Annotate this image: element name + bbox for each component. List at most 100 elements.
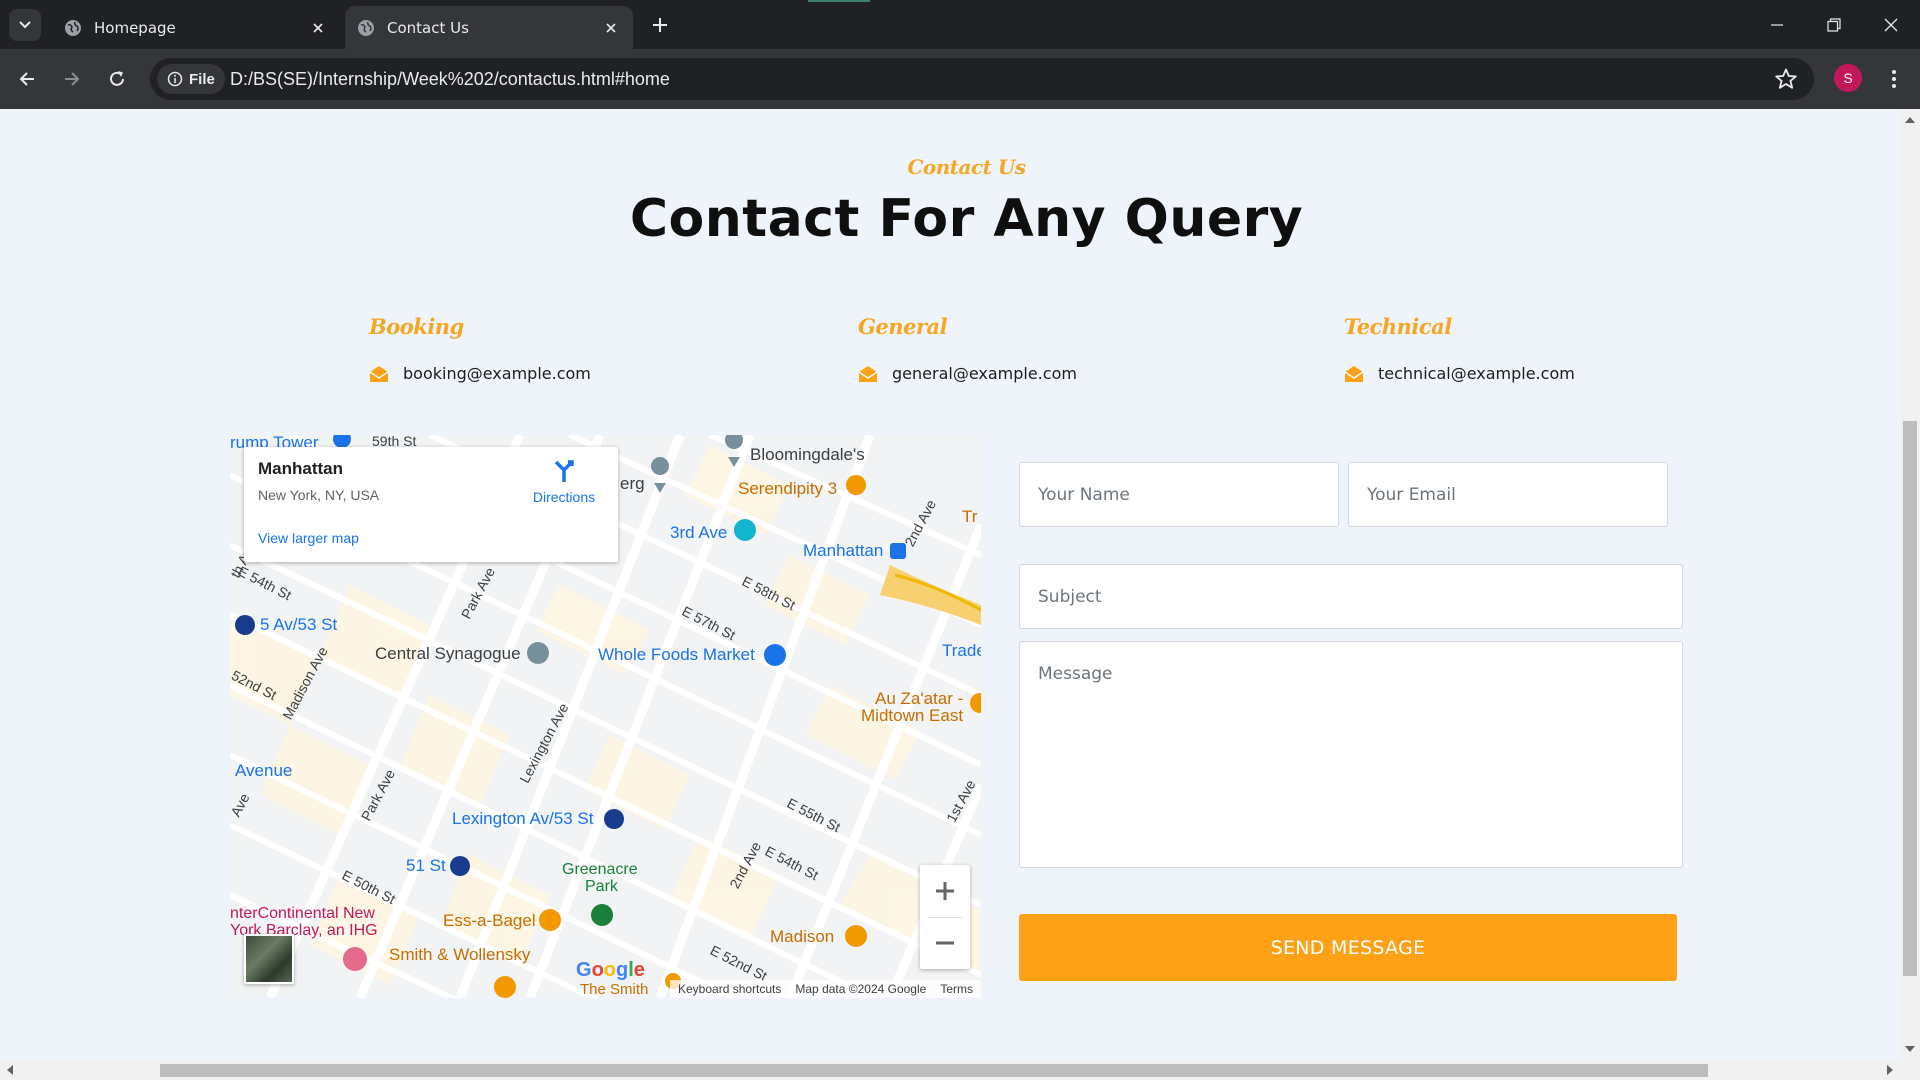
contact-label: Technical (1344, 314, 1452, 339)
bookmark-star-icon[interactable] (1774, 67, 1798, 91)
contact-label: General (858, 314, 948, 339)
scroll-down-icon[interactable] (1905, 1046, 1915, 1052)
directions-button[interactable]: Directions (524, 457, 604, 505)
map-label: Midtown East (861, 706, 964, 725)
map-label: Bloomingdale's (750, 445, 865, 464)
arrow-right-icon (65, 72, 80, 86)
profile-avatar[interactable]: S (1834, 64, 1862, 92)
map-label: 5 Av/53 St (260, 615, 338, 634)
contact-booking: Booking booking@example.com (369, 314, 591, 383)
tab-bar-accent-line (808, 0, 870, 2)
map-label: Whole Foods Market (598, 645, 755, 664)
reload-button[interactable] (101, 63, 133, 95)
minus-icon (936, 941, 954, 945)
site-info-button[interactable]: File (157, 64, 225, 94)
map-label: Madison (770, 927, 835, 946)
vertical-scrollbar[interactable] (1900, 109, 1920, 1060)
map-label: erg (620, 474, 645, 493)
view-larger-map-link[interactable]: View larger map (258, 530, 359, 546)
send-message-button[interactable]: SEND MESSAGE (1019, 914, 1677, 981)
contact-email[interactable]: booking@example.com (403, 364, 591, 383)
vertical-scroll-thumb[interactable] (1903, 421, 1917, 976)
scroll-left-icon[interactable] (7, 1065, 13, 1075)
map-place-card: Manhattan New York, NY, USA View larger … (244, 447, 618, 562)
scroll-up-icon[interactable] (1905, 117, 1915, 123)
message-field[interactable] (1019, 641, 1683, 868)
tab-search-button[interactable] (9, 9, 41, 41)
map-label: Park (585, 878, 618, 895)
map-attribution: Keyboard shortcuts Map data ©2024 Google… (670, 980, 981, 998)
contact-technical: Technical technical@example.com (1344, 314, 1575, 383)
map-label: Trade (942, 641, 981, 660)
close-icon (1884, 18, 1898, 32)
map-label: Smith & Wollensky (389, 945, 531, 964)
horizontal-scroll-thumb[interactable] (160, 1064, 1708, 1077)
scroll-right-icon[interactable] (1887, 1065, 1893, 1075)
contact-email[interactable]: technical@example.com (1378, 364, 1575, 383)
subject-field[interactable] (1019, 564, 1683, 629)
name-input[interactable] (1020, 463, 1338, 526)
contact-general: General general@example.com (858, 314, 1077, 383)
address-bar[interactable]: File D:/BS(SE)/Internship/Week%202/conta… (150, 58, 1814, 100)
tab-contact-us[interactable]: Contact Us (345, 6, 633, 49)
browser-menu-button[interactable] (1880, 63, 1908, 95)
close-tab-icon[interactable] (308, 18, 328, 38)
url-text: D:/BS(SE)/Internship/Week%202/contactus.… (230, 69, 670, 89)
envelope-open-icon (369, 365, 389, 382)
directions-icon (554, 460, 574, 482)
map-label: The Smith (580, 981, 649, 998)
globe-icon (65, 19, 81, 36)
close-tab-icon[interactable] (601, 18, 621, 38)
tab-title: Contact Us (387, 18, 469, 37)
map-label: Ess-a-Bagel (443, 911, 536, 930)
info-icon (167, 71, 183, 87)
map-label: 51 St (406, 856, 446, 875)
name-field[interactable] (1019, 462, 1339, 527)
email-field[interactable] (1348, 462, 1668, 527)
page-title: Contact For Any Query (629, 189, 1304, 249)
subject-input[interactable] (1020, 565, 1682, 628)
zoom-in-button[interactable] (920, 865, 970, 917)
restore-icon (1827, 18, 1841, 32)
map-zoom-controls (920, 865, 970, 969)
map-label: Tr (962, 507, 978, 526)
site-chip-label: File (189, 70, 215, 88)
map-data-credit: Map data ©2024 Google (795, 982, 927, 996)
map-label: Avenue (235, 761, 293, 780)
contact-email[interactable]: general@example.com (892, 364, 1077, 383)
back-button[interactable] (11, 63, 43, 95)
section-eyebrow: Contact Us (907, 155, 1026, 179)
envelope-open-icon (858, 365, 878, 382)
arrow-left-icon (19, 72, 34, 86)
message-textarea[interactable] (1020, 642, 1682, 867)
plus-icon (653, 18, 667, 32)
google-logo: Google (576, 959, 645, 981)
map-place-address: New York, NY, USA (258, 487, 380, 503)
google-map-embed[interactable]: rump Tower 59th St Bloomingdale's erg Se… (230, 435, 981, 998)
map-place-name: Manhattan (258, 459, 343, 478)
contact-label: Booking (369, 314, 464, 339)
page-content: Contact Us Contact For Any Query Booking… (0, 109, 1900, 1060)
map-label: Central Synagogue (375, 644, 521, 663)
new-tab-button[interactable] (648, 13, 672, 37)
tab-title: Homepage (94, 18, 176, 37)
terms-link[interactable]: Terms (940, 982, 973, 996)
chevron-down-icon (19, 21, 31, 29)
map-label: Lexington Av/53 St (452, 809, 594, 828)
close-window-button[interactable] (1876, 10, 1906, 40)
satellite-toggle[interactable] (244, 934, 294, 984)
forward-button[interactable] (56, 63, 88, 95)
envelope-open-icon (1344, 365, 1364, 382)
map-label: Greenacre (562, 861, 638, 878)
map-label: Serendipity 3 (738, 479, 838, 498)
horizontal-scrollbar[interactable] (0, 1060, 1920, 1080)
browser-toolbar: File D:/BS(SE)/Internship/Week%202/conta… (0, 49, 1920, 109)
minimize-button[interactable] (1762, 10, 1792, 40)
tab-homepage[interactable]: Homepage (52, 6, 340, 49)
map-label: nterContinental New (230, 905, 375, 922)
reload-icon (110, 71, 124, 86)
restore-button[interactable] (1819, 10, 1849, 40)
email-input[interactable] (1349, 463, 1667, 526)
keyboard-shortcuts-link[interactable]: Keyboard shortcuts (678, 982, 781, 996)
zoom-out-button[interactable] (920, 917, 970, 969)
